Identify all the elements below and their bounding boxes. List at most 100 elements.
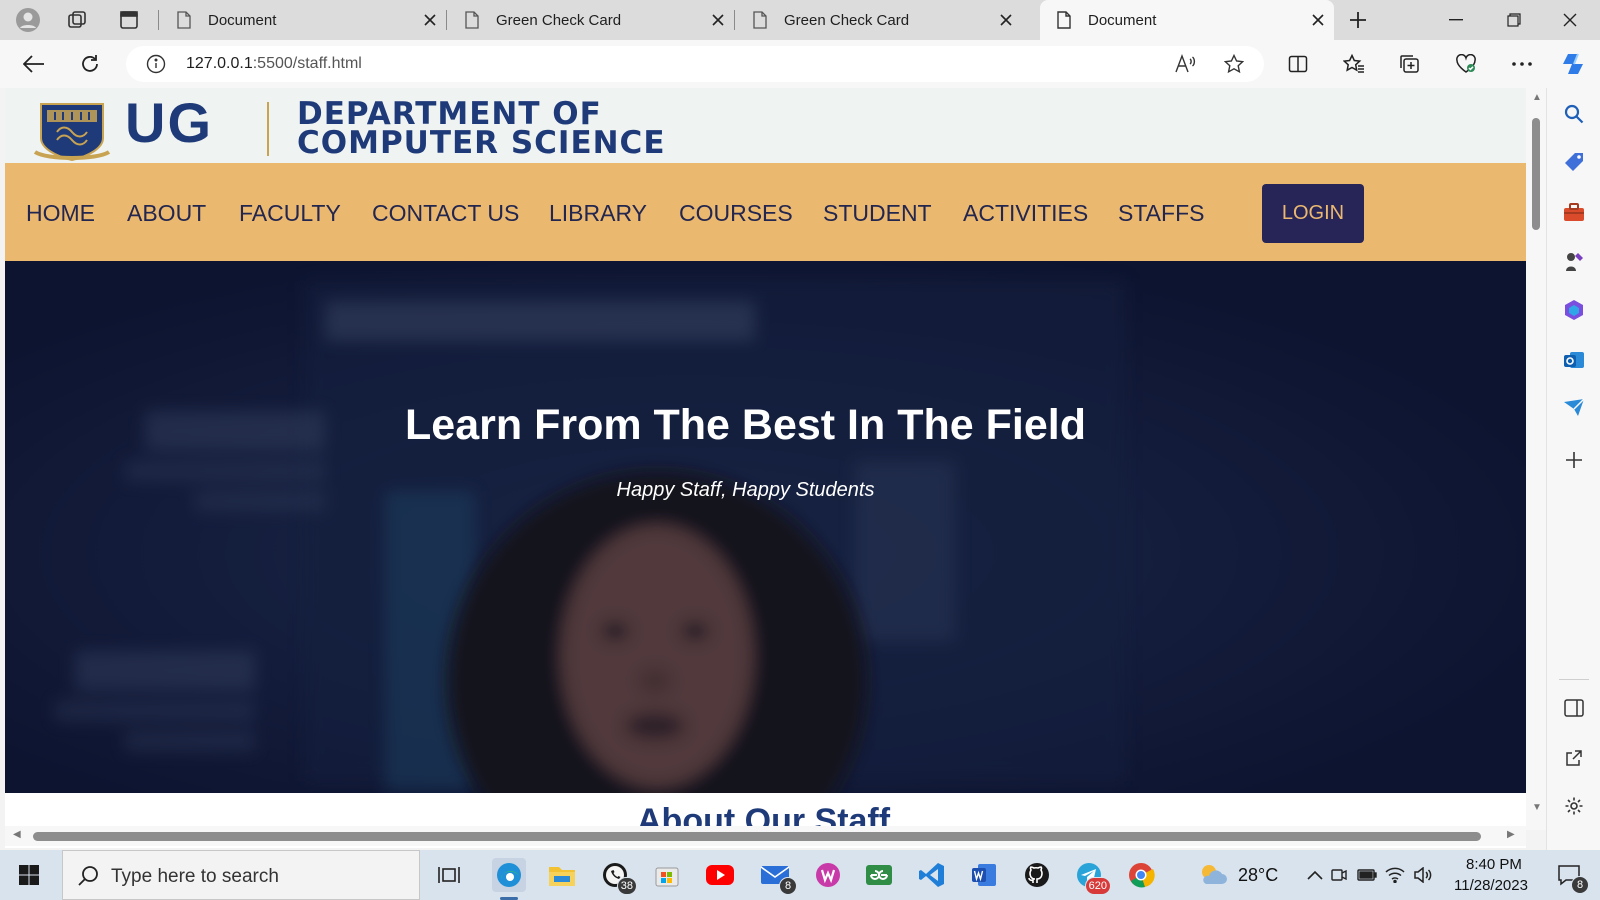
site-info-icon[interactable] bbox=[146, 54, 166, 79]
windows-start-icon[interactable] bbox=[12, 858, 46, 892]
nav-library[interactable]: LIBRARY bbox=[549, 200, 647, 227]
microsoft-365-icon[interactable] bbox=[1560, 296, 1588, 324]
restore-icon[interactable] bbox=[1490, 0, 1538, 40]
address-bar[interactable]: 127.0.0.1:5500/staff.html bbox=[126, 46, 1264, 82]
outlook-icon[interactable] bbox=[1560, 346, 1588, 374]
file-explorer-icon[interactable] bbox=[545, 858, 579, 892]
workspaces-icon[interactable] bbox=[63, 6, 91, 34]
url-path: :5500/staff.html bbox=[252, 55, 362, 72]
whatsapp-icon[interactable]: 38 bbox=[598, 858, 637, 895]
clock-date[interactable]: 11/28/2023 bbox=[1454, 877, 1528, 894]
copilot-icon[interactable] bbox=[1558, 48, 1590, 80]
microsoft-word-icon[interactable] bbox=[967, 858, 1001, 892]
favorites-icon[interactable] bbox=[1338, 48, 1370, 80]
horizontal-scrollbar[interactable]: ◀ ▶ bbox=[5, 826, 1526, 846]
settings-more-icon[interactable] bbox=[1506, 48, 1538, 80]
drop-send-icon[interactable] bbox=[1560, 394, 1588, 422]
hero-background-photo bbox=[5, 261, 1526, 793]
nav-about[interactable]: ABOUT bbox=[127, 200, 206, 227]
nav-faculty[interactable]: FACULTY bbox=[239, 200, 341, 227]
tab-document-active[interactable]: Document bbox=[1040, 0, 1334, 40]
logo-divider bbox=[267, 102, 269, 156]
hide-sidebar-icon[interactable] bbox=[1560, 694, 1588, 722]
tab-green-check-card-2[interactable]: Green Check Card bbox=[736, 0, 1022, 40]
geeksforgeeks-icon[interactable] bbox=[862, 858, 896, 892]
url-text: 127.0.0.1:5500/staff.html bbox=[186, 55, 362, 73]
edge-taskbar-icon[interactable] bbox=[492, 858, 526, 900]
search-icon[interactable] bbox=[1560, 100, 1588, 128]
mail-unread-badge: 8 bbox=[779, 877, 797, 895]
sidebar-settings-gear-icon[interactable] bbox=[1560, 792, 1588, 820]
favorite-star-icon[interactable] bbox=[1223, 53, 1245, 79]
nav-activities[interactable]: ACTIVITIES bbox=[963, 200, 1088, 227]
shopping-tag-icon[interactable] bbox=[1560, 148, 1588, 176]
windows-taskbar: Type here to search 38 8 620 28°C 8:40 P… bbox=[0, 850, 1600, 900]
tools-icon[interactable] bbox=[1560, 198, 1588, 226]
ug-crest-logo bbox=[33, 100, 111, 162]
show-hidden-icons-chevron-icon[interactable] bbox=[1298, 858, 1332, 892]
minimize-icon[interactable] bbox=[1432, 0, 1480, 40]
device-meet-icon[interactable] bbox=[1328, 858, 1350, 892]
horizontal-scroll-thumb[interactable] bbox=[33, 832, 1481, 841]
department-line-2: COMPUTER SCIENCE bbox=[297, 125, 666, 161]
close-icon[interactable] bbox=[1308, 10, 1328, 30]
telegram-icon[interactable]: 620 bbox=[1072, 858, 1111, 895]
vertical-scroll-thumb[interactable] bbox=[1532, 118, 1540, 230]
close-icon[interactable] bbox=[420, 10, 440, 30]
tab-title: Green Check Card bbox=[784, 11, 910, 29]
nav-staffs[interactable]: STAFFS bbox=[1118, 200, 1204, 227]
scroll-up-arrow-icon[interactable]: ▲ bbox=[1532, 92, 1542, 103]
tab-green-check-card-1[interactable]: Green Check Card bbox=[448, 0, 734, 40]
search-icon bbox=[77, 865, 99, 892]
weather-icon[interactable] bbox=[1196, 858, 1230, 892]
new-tab-icon[interactable] bbox=[1344, 6, 1372, 34]
scroll-left-arrow-icon[interactable]: ◀ bbox=[13, 829, 21, 840]
vertical-scrollbar[interactable]: ▲ ▼ bbox=[1526, 88, 1546, 830]
nav-home[interactable]: HOME bbox=[26, 200, 95, 227]
browser-essentials-icon[interactable] bbox=[1450, 48, 1482, 80]
close-window-icon[interactable] bbox=[1546, 0, 1594, 40]
hero-subtitle: Happy Staff, Happy Students bbox=[616, 479, 875, 501]
back-icon[interactable] bbox=[18, 48, 50, 80]
mail-icon[interactable]: 8 bbox=[758, 858, 797, 895]
split-screen-icon[interactable] bbox=[1282, 48, 1314, 80]
open-external-icon[interactable] bbox=[1560, 744, 1588, 772]
ug-logo-text: UG bbox=[125, 91, 213, 154]
nav-student[interactable]: STUDENT bbox=[823, 200, 932, 227]
nav-courses[interactable]: COURSES bbox=[679, 200, 793, 227]
games-icon[interactable] bbox=[1560, 248, 1588, 276]
battery-icon[interactable] bbox=[1356, 858, 1378, 892]
nav-contact-us[interactable]: CONTACT US bbox=[372, 200, 519, 227]
refresh-icon[interactable] bbox=[74, 48, 106, 80]
page-icon bbox=[750, 10, 770, 30]
close-icon[interactable] bbox=[708, 10, 728, 30]
read-aloud-icon[interactable] bbox=[1174, 54, 1196, 79]
brave-like-browser-icon[interactable] bbox=[811, 858, 845, 892]
login-button[interactable]: LOGIN bbox=[1262, 184, 1364, 243]
task-view-icon[interactable] bbox=[432, 858, 466, 892]
tab-title: Document bbox=[1088, 11, 1157, 29]
whatsapp-unread-badge: 38 bbox=[616, 877, 637, 895]
vertical-tabs-icon[interactable] bbox=[115, 6, 143, 34]
collections-icon[interactable] bbox=[1394, 48, 1426, 80]
weather-temperature[interactable]: 28°C bbox=[1238, 865, 1278, 886]
wifi-icon[interactable] bbox=[1384, 858, 1406, 892]
tab-document-1[interactable]: Document bbox=[160, 0, 446, 40]
clock-time[interactable]: 8:40 PM bbox=[1466, 856, 1522, 873]
page-icon bbox=[462, 10, 482, 30]
volume-icon[interactable] bbox=[1412, 858, 1434, 892]
microsoft-store-icon[interactable] bbox=[650, 858, 684, 892]
page-icon bbox=[174, 10, 194, 30]
scroll-down-arrow-icon[interactable]: ▼ bbox=[1532, 802, 1542, 813]
notification-center-icon[interactable]: 8 bbox=[1552, 858, 1589, 894]
youtube-icon[interactable] bbox=[703, 858, 737, 892]
profile-avatar-icon[interactable] bbox=[14, 6, 42, 34]
scroll-right-arrow-icon[interactable]: ▶ bbox=[1507, 829, 1515, 840]
vscode-icon[interactable] bbox=[915, 858, 949, 892]
chrome-icon[interactable] bbox=[1124, 858, 1158, 892]
add-sidebar-app-icon[interactable] bbox=[1560, 446, 1588, 474]
notification-count-badge: 8 bbox=[1571, 876, 1589, 894]
taskbar-search-box[interactable]: Type here to search bbox=[62, 850, 420, 900]
close-icon[interactable] bbox=[996, 10, 1016, 30]
github-icon[interactable] bbox=[1020, 858, 1054, 892]
